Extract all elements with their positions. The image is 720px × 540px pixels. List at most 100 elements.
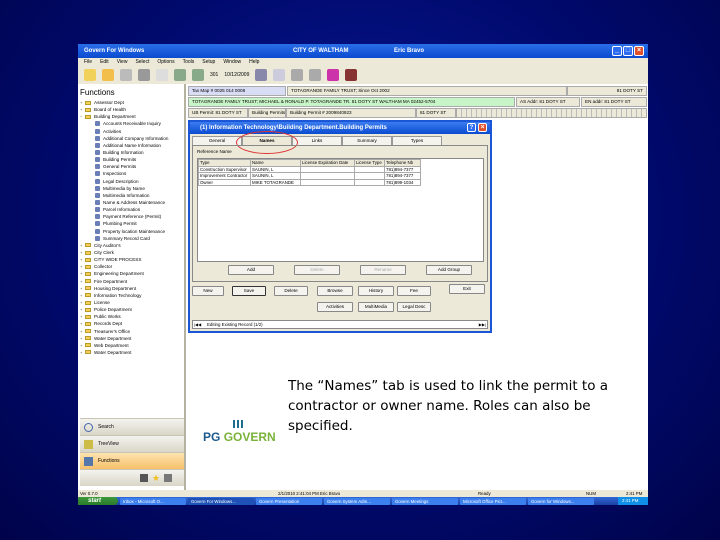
- tree-subitem[interactable]: Additional Name Information: [80, 142, 184, 149]
- calendar-icon[interactable]: [255, 69, 268, 81]
- new-button[interactable]: New: [192, 286, 224, 296]
- menu-item[interactable]: Options: [157, 58, 174, 66]
- tree-subitem[interactable]: Activities: [80, 128, 184, 135]
- help-button[interactable]: ?: [467, 123, 476, 132]
- nav-treeview[interactable]: TreeView: [80, 435, 184, 452]
- column-header[interactable]: License Expiration Date: [300, 159, 355, 167]
- nav-functions[interactable]: Functions: [80, 452, 184, 469]
- tree-subitem[interactable]: Payment Reference (Permit): [80, 213, 184, 220]
- tree-subitem[interactable]: Summary Record Card: [80, 235, 184, 242]
- tree-item[interactable]: + City Auditor's: [80, 242, 184, 249]
- history-button[interactable]: History: [358, 286, 394, 296]
- add-group-button[interactable]: Add Group: [426, 265, 472, 275]
- taskbar-item[interactable]: Microsoft Office Pict...: [460, 497, 526, 505]
- back-icon[interactable]: [174, 69, 186, 81]
- split-icon[interactable]: [291, 69, 304, 81]
- menu-item[interactable]: Edit: [100, 58, 109, 66]
- first-record-icon[interactable]: |◀◀: [194, 321, 201, 328]
- legal-desc-button[interactable]: Legal Desc: [397, 302, 431, 312]
- taskbar-item[interactable]: Govern Meetings: [392, 497, 458, 505]
- forward-icon[interactable]: [192, 69, 204, 81]
- folder-icon[interactable]: [84, 69, 96, 81]
- tools-icon[interactable]: [120, 69, 132, 81]
- taskbar-item[interactable]: Govern Presentation: [256, 497, 322, 505]
- clipboard-icon[interactable]: [156, 69, 168, 81]
- open-icon[interactable]: [102, 69, 114, 81]
- dialog-close-button[interactable]: ×: [478, 123, 487, 132]
- rename-button[interactable]: Rename: [360, 265, 406, 275]
- tree-subitem[interactable]: General Permits: [80, 163, 184, 170]
- tree-item[interactable]: + License: [80, 299, 184, 306]
- menu-item[interactable]: Window: [223, 58, 241, 66]
- tree-subitem[interactable]: Building Information: [80, 149, 184, 156]
- browse-button[interactable]: Browse: [317, 286, 353, 296]
- tree-item[interactable]: + Information Technology: [80, 292, 184, 299]
- activities-button[interactable]: Activities: [317, 302, 353, 312]
- tree-subitem[interactable]: Parcel Information: [80, 206, 184, 213]
- add-button[interactable]: Add: [228, 265, 274, 275]
- delete-name-button[interactable]: Delete: [294, 265, 340, 275]
- tree-subitem[interactable]: Accounts Receivable Inquiry: [80, 120, 184, 127]
- tab-summary[interactable]: Summary: [342, 136, 392, 145]
- save-button[interactable]: Save: [232, 286, 266, 296]
- tree-item[interactable]: + Water Department: [80, 335, 184, 342]
- last-record-icon[interactable]: ▶▶|: [479, 321, 486, 328]
- maximize-button[interactable]: □: [623, 46, 633, 56]
- apps-icon[interactable]: [327, 69, 340, 81]
- menu-item[interactable]: Select: [135, 58, 149, 66]
- exit-button[interactable]: Exit: [449, 284, 485, 294]
- column-header[interactable]: License Type: [354, 159, 385, 167]
- close-button[interactable]: ×: [634, 46, 644, 56]
- tree-subitem[interactable]: Building Permits: [80, 156, 184, 163]
- print-icon[interactable]: [138, 69, 150, 81]
- search-doc-icon[interactable]: [273, 69, 286, 81]
- export-icon[interactable]: [164, 474, 173, 482]
- tree-subitem[interactable]: Multimedia by Name: [80, 185, 184, 192]
- tab-general[interactable]: General: [192, 136, 242, 145]
- tree-subitem[interactable]: Property location Maintenance: [80, 228, 184, 235]
- menu-item[interactable]: Help: [249, 58, 259, 66]
- fee-button[interactable]: Fee: [397, 286, 431, 296]
- tree-item[interactable]: + Engineering Department: [80, 270, 184, 277]
- tree-subitem[interactable]: Inspections: [80, 170, 184, 177]
- tree-item[interactable]: + City Clerk: [80, 249, 184, 256]
- tab-links[interactable]: Links: [292, 136, 342, 145]
- tree-item[interactable]: + Fire Department: [80, 278, 184, 285]
- nav-search[interactable]: Search: [80, 418, 184, 435]
- table-row[interactable]: Owner MIKE TOTAGRANDE 781)899-1034: [198, 178, 421, 186]
- tree-item[interactable]: + Housing Department: [80, 285, 184, 292]
- merge-icon[interactable]: [309, 69, 322, 81]
- minimize-button[interactable]: _: [612, 46, 622, 56]
- taskbar-item[interactable]: Govern For Windows...: [188, 497, 254, 505]
- tab-types[interactable]: Types: [392, 136, 442, 145]
- tree-subitem[interactable]: Additional Company Information: [80, 135, 184, 142]
- menu-item[interactable]: Tools: [183, 58, 195, 66]
- tree-item[interactable]: + Treasurer's Office: [80, 328, 184, 335]
- tree-item[interactable]: + Public Works: [80, 313, 184, 320]
- multimedia-button[interactable]: MultiMedia: [358, 302, 394, 312]
- tree-subitem[interactable]: Name & Address Maintenance: [80, 199, 184, 206]
- tree-item[interactable]: + Records Dept: [80, 320, 184, 327]
- menu-item[interactable]: Setup: [202, 58, 215, 66]
- tree-item[interactable]: + Assessor Dept: [80, 99, 184, 106]
- menu-item[interactable]: File: [84, 58, 92, 66]
- menu-item[interactable]: View: [117, 58, 128, 66]
- start-button[interactable]: start: [78, 497, 118, 505]
- taskbar-item[interactable]: Govern System Adm...: [324, 497, 390, 505]
- tools-icon[interactable]: [140, 474, 148, 482]
- taskbar-item[interactable]: Govern for Windows...: [528, 497, 594, 505]
- star-icon[interactable]: ★: [152, 473, 160, 484]
- tree-item[interactable]: + Web Department: [80, 342, 184, 349]
- delete-button[interactable]: Delete: [274, 286, 308, 296]
- tree-item[interactable]: − Building Department: [80, 113, 184, 120]
- car-icon[interactable]: [345, 69, 358, 81]
- tree-item[interactable]: + Collector: [80, 263, 184, 270]
- tree-subitem[interactable]: Legal Description: [80, 178, 184, 185]
- tree-item[interactable]: + Water Department: [80, 349, 184, 356]
- tree-subitem[interactable]: Plumbing Permit: [80, 220, 184, 227]
- tree-item[interactable]: + Board of Health: [80, 106, 184, 113]
- taskbar-item[interactable]: Inbox - Microsoft O...: [120, 497, 186, 505]
- tree-item[interactable]: + CITY WIDE PROCESS: [80, 256, 184, 263]
- tree-item[interactable]: + Police Department: [80, 306, 184, 313]
- tree-subitem[interactable]: Multimedia Information: [80, 192, 184, 199]
